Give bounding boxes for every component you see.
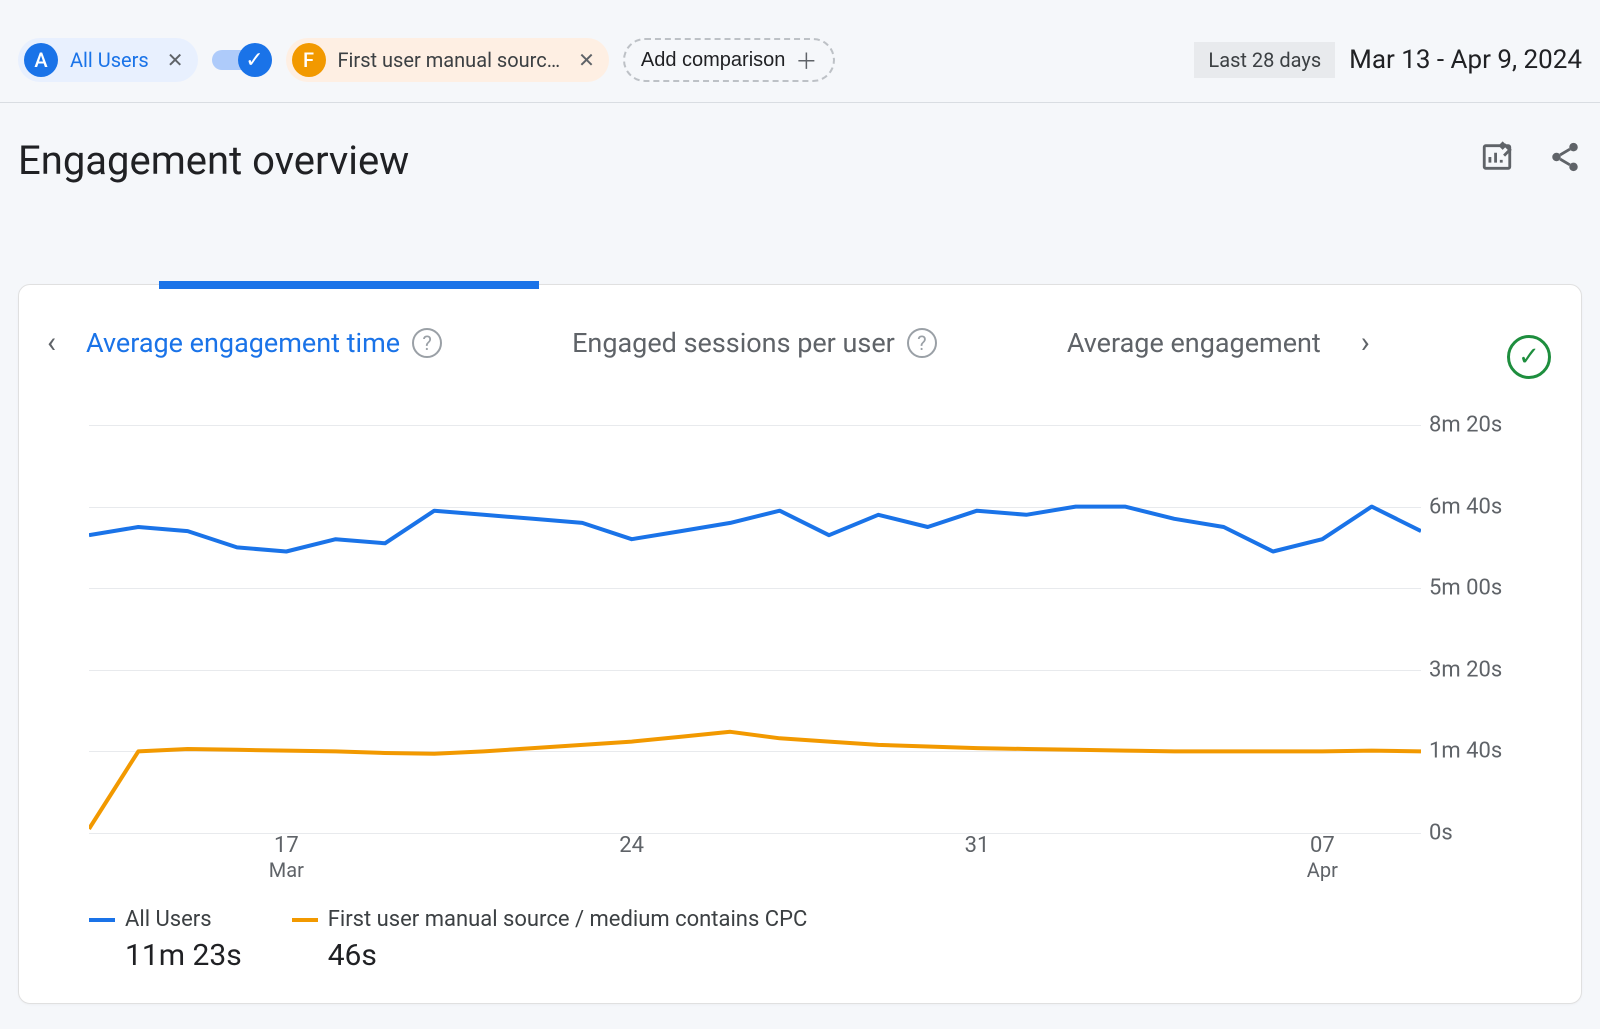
- tab-avg-engagement[interactable]: Average engagement: [1037, 327, 1351, 359]
- check-icon: ✓: [238, 43, 272, 77]
- close-icon[interactable]: ✕: [578, 48, 595, 72]
- add-comparison-label: Add comparison: [641, 49, 786, 72]
- legend-item-cpc: First user manual source / medium contai…: [292, 907, 808, 973]
- chevron-right-icon[interactable]: ›: [1361, 325, 1370, 360]
- segment-chip-cpc[interactable]: F First user manual sourc… ✕: [286, 38, 609, 82]
- close-icon[interactable]: ✕: [167, 48, 184, 72]
- legend-swatch: [292, 918, 318, 922]
- help-icon[interactable]: ?: [412, 328, 442, 358]
- chart-area: 0s1m 40s3m 20s5m 00s6m 40s8m 20s 17Mar24…: [89, 425, 1521, 873]
- segment-bar: A All Users ✕ ✓ F First user manual sour…: [0, 0, 1600, 103]
- legend-label: All Users: [125, 907, 212, 932]
- page-title: Engagement overview: [18, 137, 409, 184]
- customize-report-icon[interactable]: [1480, 137, 1514, 184]
- plus-icon: ＋: [795, 44, 817, 76]
- metric-tabs: ‹ Average engagement time ? Engaged sess…: [19, 285, 1581, 372]
- legend-swatch: [89, 918, 115, 922]
- help-icon[interactable]: ?: [907, 328, 937, 358]
- status-check-icon[interactable]: ✓: [1507, 335, 1551, 379]
- tab-label: Average engagement time: [86, 327, 400, 359]
- y-axis: 0s1m 40s3m 20s5m 00s6m 40s8m 20s: [1421, 425, 1521, 833]
- page-title-row: Engagement overview: [0, 103, 1600, 194]
- legend-label: First user manual source / medium contai…: [328, 907, 808, 932]
- segment-label: All Users: [70, 48, 149, 72]
- active-tab-indicator: [159, 281, 539, 289]
- share-icon[interactable]: [1548, 137, 1582, 184]
- segment-badge: A: [24, 43, 58, 77]
- date-preset-chip[interactable]: Last 28 days: [1194, 42, 1335, 78]
- chart-plot: [89, 425, 1421, 833]
- x-axis: 17Mar243107Apr: [89, 833, 1421, 883]
- segment-label: First user manual sourc…: [338, 48, 561, 72]
- legend-item-all-users: All Users 11m 23s: [89, 907, 242, 973]
- add-comparison-button[interactable]: Add comparison ＋: [623, 38, 836, 82]
- date-range[interactable]: Mar 13 - Apr 9, 2024: [1349, 45, 1582, 75]
- legend-value: 46s: [292, 938, 808, 973]
- segment-toggle[interactable]: ✓: [212, 43, 272, 77]
- tab-label: Engaged sessions per user: [572, 327, 895, 359]
- engagement-chart-card: ‹ Average engagement time ? Engaged sess…: [18, 284, 1582, 1004]
- segment-badge: F: [292, 43, 326, 77]
- tab-label: Average engagement: [1067, 327, 1321, 359]
- segment-chip-all-users[interactable]: A All Users ✕: [18, 38, 198, 82]
- tab-engaged-sessions-per-user[interactable]: Engaged sessions per user ?: [542, 327, 967, 359]
- chevron-left-icon[interactable]: ‹: [47, 325, 56, 360]
- chart-legend: All Users 11m 23s First user manual sour…: [89, 907, 807, 973]
- tab-avg-engagement-time[interactable]: Average engagement time ?: [56, 327, 472, 359]
- legend-value: 11m 23s: [89, 938, 242, 973]
